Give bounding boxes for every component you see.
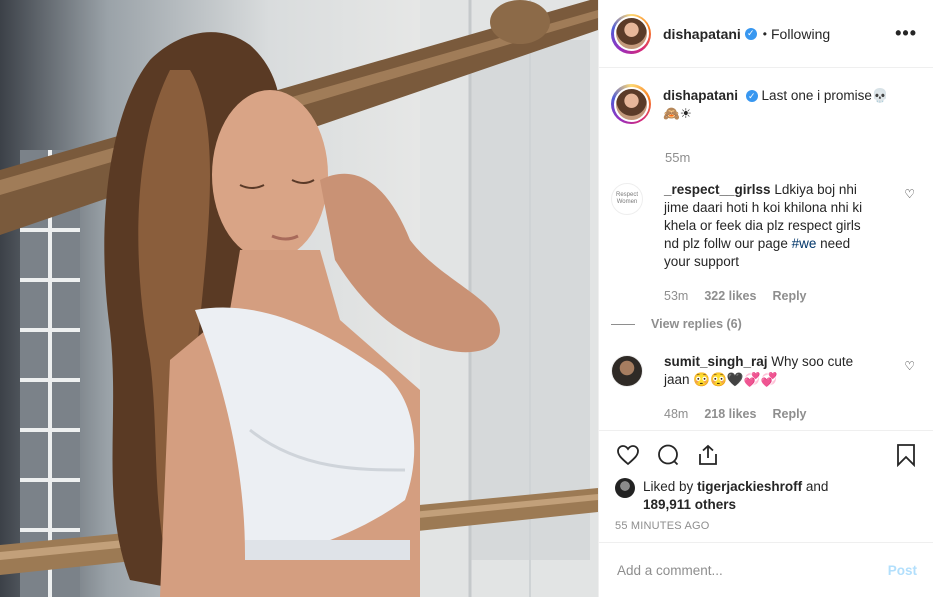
likes-prefix: Liked by — [643, 479, 694, 494]
commenter-avatar[interactable] — [611, 355, 643, 387]
post-header: dishapatani ✓ • Following ••• — [599, 0, 933, 68]
comment-item: Respect Women _respect__girlss Ldkiya bo… — [611, 181, 917, 305]
likes-text: Liked by tigerjackieshroff and 189,911 o… — [643, 478, 828, 514]
liker-username[interactable]: tigerjackieshroff — [697, 479, 802, 494]
reply-button[interactable]: Reply — [772, 287, 806, 305]
avatar-inner — [613, 86, 649, 122]
comment-time[interactable]: 48m — [664, 405, 688, 423]
post-timestamp[interactable]: 55 MINUTES AGO — [599, 514, 933, 532]
likes-conj: and — [805, 479, 829, 494]
comment-like-heart-icon[interactable]: ♡ — [904, 187, 915, 201]
heart-icon[interactable] — [615, 442, 641, 468]
comment-icon[interactable] — [655, 442, 681, 468]
liker-avatar[interactable] — [615, 478, 635, 498]
caption-body: dishapatani ✓ Last one i promise💀🙈☀ — [663, 84, 903, 124]
add-comment-bar: Post — [599, 542, 933, 597]
bookmark-icon[interactable] — [893, 442, 919, 468]
caption: dishapatani ✓ Last one i promise💀🙈☀ — [611, 84, 917, 124]
following-button[interactable]: Following — [771, 26, 830, 42]
verified-badge-icon: ✓ — [744, 27, 757, 40]
comment-time[interactable]: 53m — [664, 287, 688, 305]
comment-username[interactable]: sumit_singh_raj — [664, 354, 768, 369]
post-photo[interactable] — [0, 0, 598, 597]
verified-badge-icon: ✓ — [745, 90, 758, 103]
separator-dot: • — [762, 26, 767, 41]
view-replies-button[interactable]: View replies (6) — [611, 317, 917, 331]
post-side-panel: dishapatani ✓ • Following ••• dishapatan… — [598, 0, 933, 597]
comments-section[interactable]: dishapatani ✓ Last one i promise💀🙈☀ 55m … — [599, 68, 933, 430]
avatar-image — [615, 88, 647, 120]
author-avatar[interactable] — [611, 13, 651, 54]
comment-input[interactable] — [615, 561, 888, 579]
author-username[interactable]: dishapatani — [663, 26, 741, 42]
comment-body: sumit_singh_raj Why soo cute jaan 😳😳🖤💞💞 … — [664, 353, 876, 423]
likes-summary: Liked by tigerjackieshroff and 189,911 o… — [599, 478, 933, 514]
view-replies-label[interactable]: View replies (6) — [651, 317, 742, 331]
action-bar — [599, 430, 933, 478]
comment-item: sumit_singh_raj Why soo cute jaan 😳😳🖤💞💞 … — [611, 353, 917, 423]
comment-likes[interactable]: 322 likes — [704, 287, 756, 305]
post-comment-button[interactable]: Post — [888, 563, 917, 578]
caption-avatar[interactable] — [611, 84, 651, 124]
avatar-image — [615, 18, 647, 49]
reply-button[interactable]: Reply — [772, 405, 806, 423]
share-icon[interactable] — [695, 442, 721, 468]
comment-hashtag[interactable]: #we — [792, 236, 817, 251]
comment-likes[interactable]: 218 likes — [704, 405, 756, 423]
comment-like-heart-icon[interactable]: ♡ — [904, 359, 915, 373]
comment-username[interactable]: _respect__girlss — [664, 182, 771, 197]
caption-time[interactable]: 55m — [665, 150, 917, 165]
avatar-inner — [613, 16, 649, 51]
likes-count[interactable]: 189,911 others — [643, 497, 736, 512]
caption-username[interactable]: dishapatani — [663, 88, 738, 103]
comment-meta: 48m 218 likes Reply — [664, 405, 876, 423]
comment-body: _respect__girlss Ldkiya boj nhi jime daa… — [664, 181, 876, 305]
more-options-icon[interactable]: ••• — [895, 23, 917, 44]
comment-meta: 53m 322 likes Reply — [664, 287, 876, 305]
replies-divider — [611, 323, 635, 325]
photo-illustration — [0, 0, 598, 597]
commenter-avatar[interactable]: Respect Women — [611, 183, 643, 215]
instagram-post: dishapatani ✓ • Following ••• dishapatan… — [0, 0, 933, 597]
